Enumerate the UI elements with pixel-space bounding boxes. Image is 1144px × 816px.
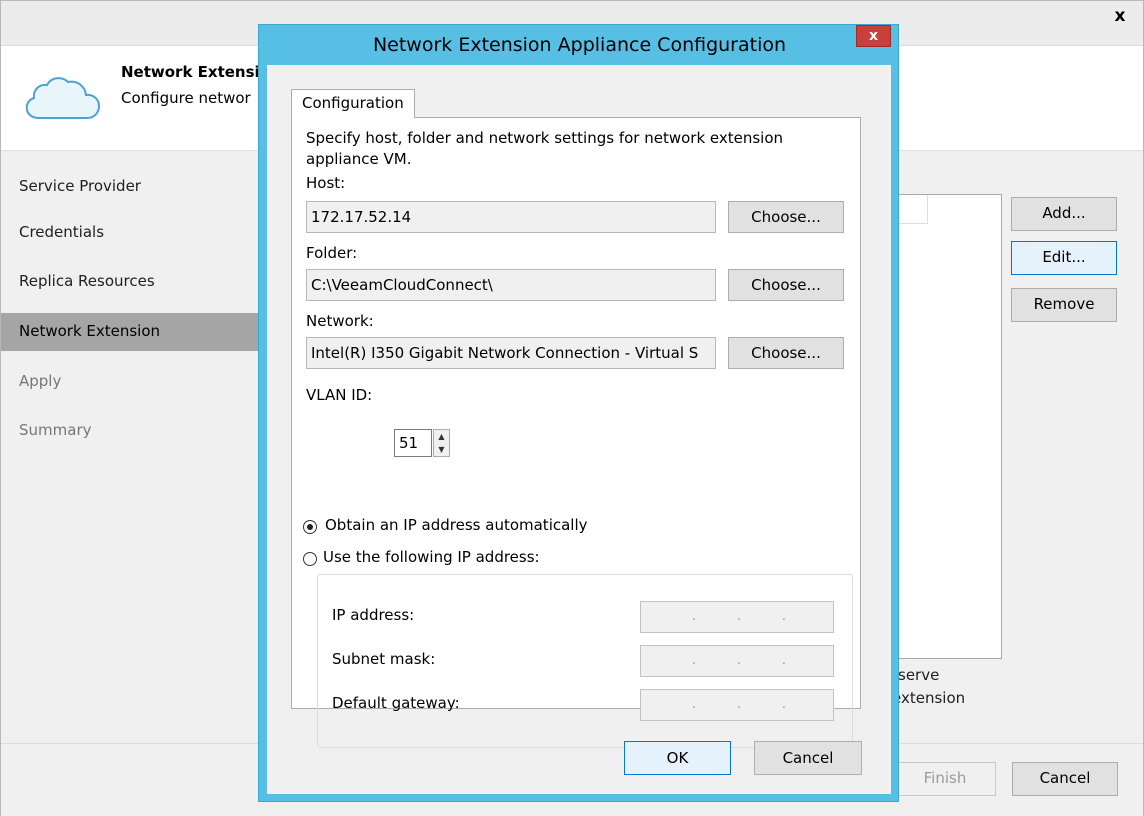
description-line-1: Specify host, folder and network setting… — [306, 129, 784, 147]
choose-host-button[interactable]: Choose... — [728, 201, 844, 233]
vlan-id-spinner[interactable]: ▲ ▼ — [433, 429, 450, 457]
dialog-title: Network Extension Appliance Configuratio… — [372, 34, 787, 56]
subnet-mask-input: ... — [640, 645, 834, 677]
network-extension-appliance-dialog: Network Extension Appliance Configuratio… — [258, 24, 899, 802]
folder-label: Folder: — [306, 244, 358, 262]
remove-button[interactable]: Remove — [1011, 288, 1117, 322]
description-line-2: appliance VM. — [306, 150, 412, 168]
nav-step-network-extension[interactable]: Network Extension — [1, 313, 263, 351]
host-field[interactable]: 172.17.52.14 — [306, 201, 716, 233]
ip-address-input: ... — [640, 601, 834, 633]
cloud-icon — [25, 77, 101, 119]
ip-address-label: IP address: — [332, 606, 415, 624]
radio-use-following-ip[interactable] — [303, 552, 317, 566]
add-button[interactable]: Add... — [1011, 197, 1117, 231]
default-gateway-label: Default gateway: — [332, 694, 460, 712]
wizard-subheading: Configure networ — [121, 89, 251, 107]
folder-field[interactable]: C:\VeeamCloudConnect\ — [306, 269, 716, 301]
nav-step-credentials[interactable]: Credentials — [1, 214, 263, 252]
wizard-step-nav: Service Provider Credentials Replica Res… — [1, 151, 263, 743]
spin-up-icon[interactable]: ▲ — [434, 430, 449, 443]
subnet-mask-label: Subnet mask: — [332, 650, 436, 668]
radio-obtain-ip-automatically[interactable] — [303, 520, 317, 534]
nav-step-summary: Summary — [19, 421, 92, 439]
ok-button[interactable]: OK — [624, 741, 731, 775]
wizard-cancel-button[interactable]: Cancel — [1012, 762, 1118, 796]
nav-step-replica-resources[interactable]: Replica Resources — [1, 263, 263, 301]
vlan-id-input[interactable]: 51 — [394, 429, 432, 457]
vlan-id-label: VLAN ID: — [306, 386, 373, 404]
network-label: Network: — [306, 312, 374, 330]
choose-folder-button[interactable]: Choose... — [728, 269, 844, 301]
spin-down-icon[interactable]: ▼ — [434, 443, 449, 456]
finish-button: Finish — [894, 762, 996, 796]
radio-obtain-ip-label[interactable]: Obtain an IP address automatically — [325, 516, 588, 534]
radio-use-following-ip-label[interactable]: Use the following IP address: — [323, 548, 548, 566]
choose-network-button[interactable]: Choose... — [728, 337, 844, 369]
tab-configuration[interactable]: Configuration — [291, 89, 415, 118]
default-gateway-input: ... — [640, 689, 834, 721]
host-label: Host: — [306, 174, 346, 192]
nav-step-apply: Apply — [19, 372, 62, 390]
hint-text-line-1: serve — [898, 666, 940, 684]
dialog-body: Configuration Specify host, folder and n… — [267, 65, 891, 794]
network-field[interactable]: Intel(R) I350 Gigabit Network Connection… — [306, 337, 716, 369]
dialog-cancel-button[interactable]: Cancel — [754, 741, 862, 775]
edit-button[interactable]: Edit... — [1011, 241, 1117, 275]
hint-text-line-2: extension — [892, 689, 966, 707]
nav-step-service-provider[interactable]: Service Provider — [1, 168, 263, 206]
wizard-heading: Network Extensi — [121, 63, 260, 81]
radio-selected-dot — [307, 524, 313, 530]
static-ip-group: IP address: ... Subnet mask: ... Default… — [317, 574, 853, 748]
wizard-close-button[interactable]: x — [1097, 1, 1143, 33]
appliance-list[interactable] — [886, 194, 1002, 659]
dialog-close-button[interactable]: x — [856, 25, 891, 47]
